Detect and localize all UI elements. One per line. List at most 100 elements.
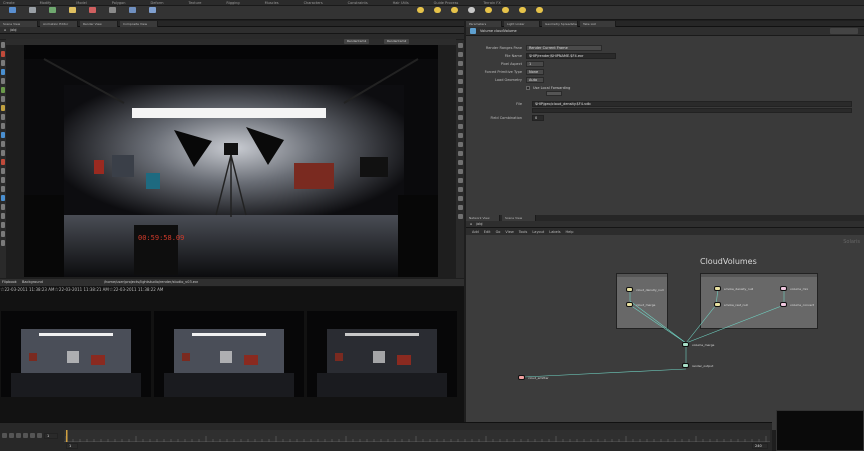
- param-checkbox[interactable]: [526, 86, 530, 90]
- param-field[interactable]: None: [526, 69, 544, 75]
- display-option-icon[interactable]: [458, 70, 463, 75]
- display-option-icon[interactable]: [458, 97, 463, 102]
- network-menu-item[interactable]: Layout: [532, 230, 544, 234]
- stop-button[interactable]: [23, 433, 28, 438]
- shelf-tool-button[interactable]: [104, 7, 120, 19]
- display-option-icon[interactable]: [458, 178, 463, 183]
- shelf-tool-button[interactable]: [124, 7, 140, 19]
- start-frame-field[interactable]: 1: [66, 443, 78, 449]
- network-node[interactable]: [780, 302, 787, 307]
- display-option-icon[interactable]: [458, 205, 463, 210]
- net-home-icon[interactable]: ⌂: [470, 222, 472, 226]
- params-help-controls[interactable]: [830, 28, 858, 34]
- viewport-tool-icon[interactable]: [1, 141, 5, 147]
- display-option-icon[interactable]: [458, 151, 463, 156]
- viewport-tool-icon[interactable]: [1, 186, 5, 192]
- display-option-icon[interactable]: [458, 124, 463, 129]
- shelf-tool-button[interactable]: [144, 7, 160, 19]
- viewport-tool-icon[interactable]: [1, 105, 5, 111]
- shelf-tool-button[interactable]: [84, 7, 100, 19]
- shelf-tool-button[interactable]: [44, 7, 60, 19]
- camera-menu-1[interactable]: RenderCam1: [344, 39, 370, 44]
- light-tool-button[interactable]: [497, 7, 513, 19]
- background-tab[interactable]: Background: [22, 280, 43, 284]
- viewport-tool-icon[interactable]: [1, 240, 5, 246]
- light-tool-button[interactable]: [531, 7, 547, 19]
- viewport-tool-icon[interactable]: [1, 42, 5, 48]
- display-option-icon[interactable]: [458, 79, 463, 84]
- network-node[interactable]: [780, 286, 787, 291]
- play-button[interactable]: [30, 433, 35, 438]
- network-path[interactable]: /obj: [476, 222, 483, 226]
- viewport-tool-icon[interactable]: [1, 69, 5, 75]
- display-option-icon[interactable]: [458, 52, 463, 57]
- frame-field[interactable]: 1: [44, 433, 58, 439]
- light-tool-button[interactable]: [514, 7, 530, 19]
- network-editor[interactable]: Solaris CloudVolumes cloud_density_null c…: [466, 235, 864, 430]
- param-field[interactable]: 1: [526, 61, 544, 67]
- snapshot-frame[interactable]: [154, 311, 304, 397]
- network-node[interactable]: [626, 302, 633, 307]
- snapshot-frame[interactable]: [307, 311, 457, 397]
- viewport-tool-icon[interactable]: [1, 222, 5, 228]
- param-field[interactable]: $HIP/geo/cloud_density.$F4.vdb: [532, 101, 852, 107]
- light-tool-button[interactable]: [446, 7, 462, 19]
- camera-menu-2[interactable]: RenderCam2: [384, 39, 410, 44]
- play-reverse-button[interactable]: [16, 433, 21, 438]
- scene-viewport[interactable]: 00:59:58.09: [24, 45, 438, 277]
- viewport-tool-icon[interactable]: [1, 150, 5, 156]
- param-field[interactable]: 0: [532, 115, 544, 121]
- step-back-button[interactable]: [9, 433, 14, 438]
- param-field[interactable]: Render Current Frame: [526, 45, 602, 51]
- viewport-tool-icon[interactable]: [1, 51, 5, 57]
- display-option-icon[interactable]: [458, 106, 463, 111]
- light-tool-button[interactable]: [429, 7, 445, 19]
- param-field[interactable]: Auto: [526, 77, 544, 83]
- timeline-scrubber[interactable]: [64, 430, 770, 442]
- viewport-tool-icon[interactable]: [1, 213, 5, 219]
- display-option-icon[interactable]: [458, 115, 463, 120]
- network-node[interactable]: [714, 302, 721, 307]
- shelf-tool-button[interactable]: [64, 7, 80, 19]
- viewport-tool-icon[interactable]: [1, 114, 5, 120]
- network-menu-item[interactable]: Tools: [519, 230, 528, 234]
- end-frame-field[interactable]: 240: [752, 443, 768, 449]
- viewport-tool-icon[interactable]: [1, 96, 5, 102]
- jump-start-button[interactable]: [2, 433, 7, 438]
- param-field-secondary[interactable]: [532, 108, 852, 113]
- network-node[interactable]: [714, 286, 721, 291]
- snapshot-frame[interactable]: [1, 311, 151, 397]
- display-option-icon[interactable]: [458, 169, 463, 174]
- network-node[interactable]: [626, 287, 633, 292]
- display-option-icon[interactable]: [458, 43, 463, 48]
- viewport-tool-icon[interactable]: [1, 231, 5, 237]
- network-menu-item[interactable]: Go: [496, 230, 501, 234]
- display-option-icon[interactable]: [458, 214, 463, 219]
- viewport-tool-icon[interactable]: [1, 87, 5, 93]
- param-field[interactable]: $HIP/render/$HIPNAME.$F4.exr: [526, 53, 616, 59]
- display-option-icon[interactable]: [458, 133, 463, 138]
- light-tool-button[interactable]: [480, 7, 496, 19]
- viewport-tool-icon[interactable]: [1, 159, 5, 165]
- jump-end-button[interactable]: [37, 433, 42, 438]
- shelf-tool-button[interactable]: [24, 7, 40, 19]
- viewport-tool-icon[interactable]: [1, 177, 5, 183]
- display-option-icon[interactable]: [458, 61, 463, 66]
- network-menu-item[interactable]: View: [505, 230, 513, 234]
- viewport-tool-icon[interactable]: [1, 168, 5, 174]
- display-option-icon[interactable]: [458, 88, 463, 93]
- network-menu-item[interactable]: Labels: [549, 230, 560, 234]
- display-option-icon[interactable]: [458, 160, 463, 165]
- flipbook-tab[interactable]: Flipbook: [2, 280, 17, 284]
- param-slider[interactable]: [546, 91, 562, 96]
- display-option-icon[interactable]: [458, 187, 463, 192]
- viewport-tool-icon[interactable]: [1, 204, 5, 210]
- viewport-tool-icon[interactable]: [1, 60, 5, 66]
- viewport-tool-icon[interactable]: [1, 132, 5, 138]
- viewport-tool-icon[interactable]: [1, 123, 5, 129]
- left-path[interactable]: /obj: [10, 28, 17, 32]
- network-node[interactable]: [682, 342, 689, 347]
- light-tool-button[interactable]: [463, 7, 479, 19]
- shelf-tool-button[interactable]: [4, 7, 20, 19]
- display-option-icon[interactable]: [458, 196, 463, 201]
